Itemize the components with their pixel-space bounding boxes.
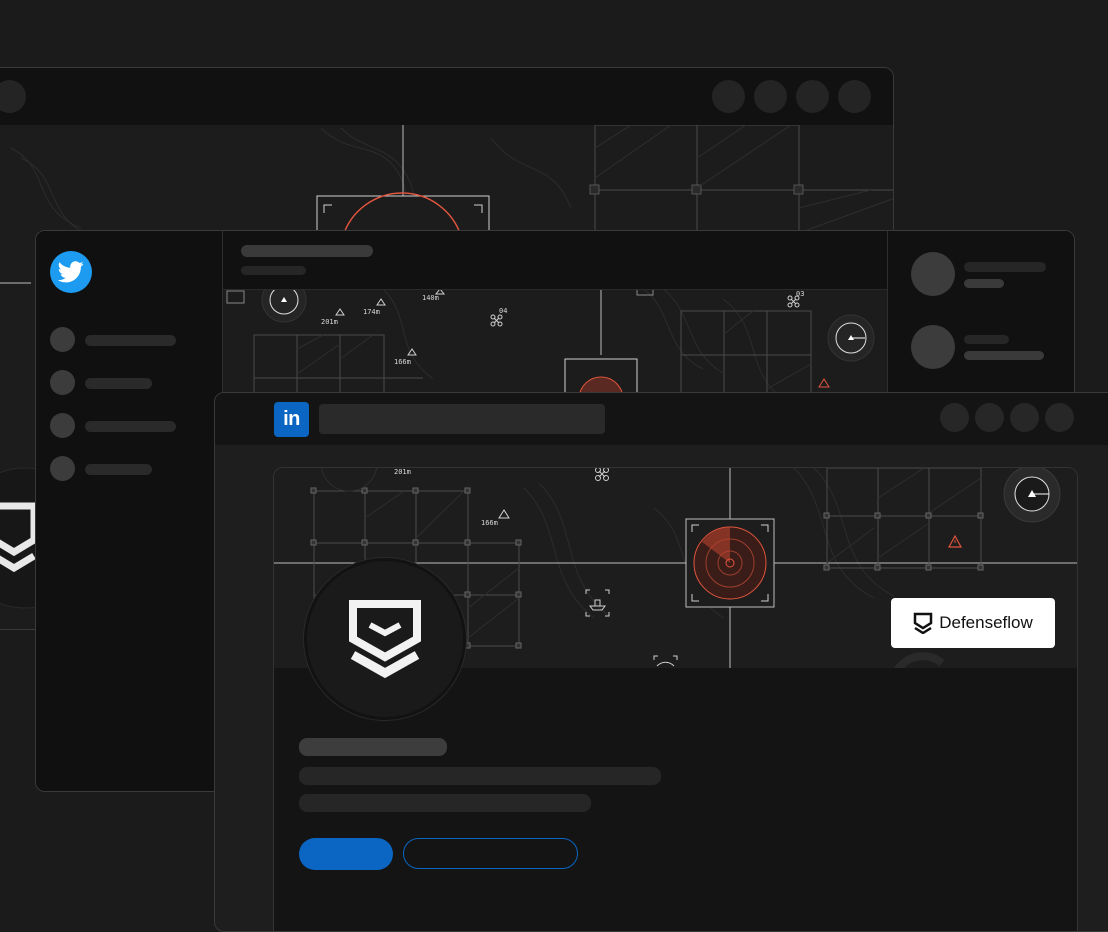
suggested-user-name [964, 262, 1046, 272]
profile-name-placeholder [241, 245, 373, 257]
toolbar-button[interactable] [940, 403, 969, 432]
twitter-map: 201m 174m 140m 166m 04 03 [223, 289, 887, 399]
company-logo-avatar[interactable] [304, 558, 466, 720]
map-id-label: 03 [796, 290, 804, 298]
sidebar-item-icon[interactable] [50, 456, 75, 481]
sidebar-item-label [85, 378, 152, 389]
linkedin-toolbar: in [215, 393, 1108, 445]
shield-chevron-icon [913, 612, 933, 634]
toolbar-button[interactable] [754, 80, 787, 113]
visit-website-button[interactable] [403, 838, 578, 869]
twitter-bird-icon [58, 261, 84, 283]
suggested-user-handle [964, 279, 1004, 288]
company-name-label: Defenseflow [939, 613, 1033, 632]
company-tagline-placeholder [299, 767, 661, 785]
map-distance-label: 201m [321, 318, 338, 326]
company-page-card: 201m 166m Defenseflow [273, 467, 1078, 931]
linkedin-logo[interactable]: in [274, 402, 309, 437]
browser-toolbar [0, 68, 893, 125]
sidebar-item-icon[interactable] [50, 327, 75, 352]
map-distance-label: 166m [481, 519, 498, 527]
sidebar-item-icon[interactable] [50, 370, 75, 395]
twitter-logo[interactable] [50, 251, 92, 293]
company-name-placeholder [299, 738, 447, 756]
shield-chevron-icon [349, 600, 421, 679]
twitter-profile-header [223, 231, 887, 290]
linkedin-search-bar[interactable] [319, 404, 605, 434]
sidebar-item-icon[interactable] [50, 413, 75, 438]
toolbar-button[interactable] [0, 80, 26, 113]
toolbar-button[interactable] [1045, 403, 1074, 432]
map-id-label: 04 [499, 307, 507, 315]
suggested-user-name [964, 335, 1009, 344]
toolbar-button[interactable] [796, 80, 829, 113]
follow-button[interactable] [299, 838, 393, 870]
sidebar-item-label [85, 464, 152, 475]
linkedin-window: in 201m 166m Defenseflow [214, 392, 1108, 932]
twitter-sidebar [36, 231, 223, 791]
suggested-user-avatar[interactable] [911, 325, 955, 369]
map-distance-label: 166m [394, 358, 411, 366]
toolbar-button[interactable] [1010, 403, 1039, 432]
map-distance-label: 140m [422, 294, 439, 302]
map-distance-label: 201m [394, 468, 411, 476]
sidebar-item-label [85, 335, 176, 346]
suggested-user-handle [964, 351, 1044, 360]
company-name-badge[interactable]: Defenseflow [891, 598, 1055, 648]
toolbar-button[interactable] [712, 80, 745, 113]
toolbar-button[interactable] [838, 80, 871, 113]
profile-handle-placeholder [241, 266, 306, 275]
sidebar-item-label [85, 421, 176, 432]
toolbar-button[interactable] [975, 403, 1004, 432]
map-distance-label: 174m [363, 308, 380, 316]
company-details-placeholder [299, 794, 591, 812]
suggested-user-avatar[interactable] [911, 252, 955, 296]
